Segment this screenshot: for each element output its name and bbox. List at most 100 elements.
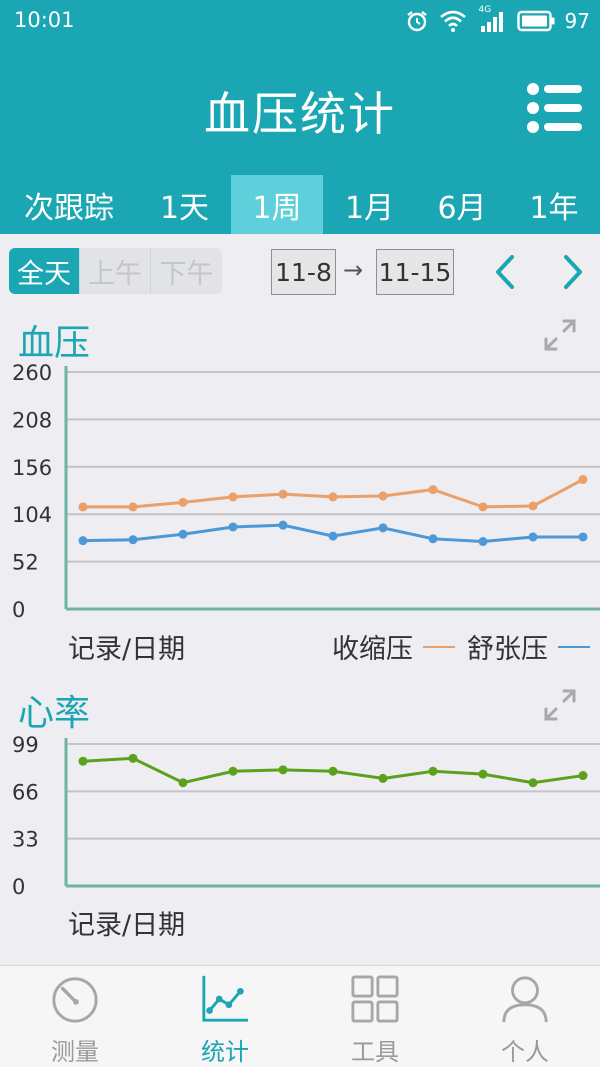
tab-1-year[interactable]: 1年 xyxy=(508,175,600,234)
tab-label: 1周 xyxy=(252,190,302,226)
gauge-icon xyxy=(52,977,98,1023)
bp-series-1-point xyxy=(228,522,238,532)
legend-swatch-systolic xyxy=(423,645,455,648)
tab-label: 1天 xyxy=(159,190,210,226)
tab-label: 6月 xyxy=(437,190,487,226)
tab-1-month[interactable]: 1月 xyxy=(323,175,416,234)
nav-item-measure[interactable]: 测量 xyxy=(0,966,150,1067)
bp-chart: 0 52 104 156 208 260 xyxy=(12,361,600,622)
legend-swatch-diastolic xyxy=(558,645,590,648)
alarm-icon xyxy=(406,11,427,32)
bp-series-1-point xyxy=(528,532,538,542)
bp-y-tick-label: 104 xyxy=(12,503,52,527)
hr-series-0-point xyxy=(228,766,238,776)
filter-controls: 全天 上午 下午 11-8 → 11-15 xyxy=(0,234,600,310)
wifi-icon xyxy=(439,10,466,32)
menu-list-icon[interactable] xyxy=(526,82,584,134)
bp-chart-title: 血压 xyxy=(18,323,91,364)
hr-series-0-point xyxy=(578,771,588,781)
bp-series-0-point xyxy=(328,492,338,502)
end-date-button[interactable]: 11-15 xyxy=(376,249,454,295)
bp-x-axis-label: 记录/日期 xyxy=(68,634,186,665)
bp-y-tick-label: 208 xyxy=(12,408,52,432)
bp-expand-icon[interactable] xyxy=(542,317,578,353)
segment-morning[interactable]: 上午 xyxy=(80,248,151,294)
hr-y-tick-label: 99 xyxy=(12,733,39,757)
legend-label-systolic: 收缩压 xyxy=(332,634,413,665)
bp-series-0-point xyxy=(478,502,488,512)
legend-label-diastolic: 舒张压 xyxy=(467,634,548,665)
battery-level: 97 xyxy=(564,9,590,33)
bp-series-1-point xyxy=(178,529,188,539)
next-period-button[interactable] xyxy=(552,252,592,292)
chart-icon xyxy=(202,975,249,1022)
bp-series-1-point xyxy=(328,531,338,541)
tab-label: 1年 xyxy=(529,190,579,226)
hr-series-0-point xyxy=(328,766,338,776)
page-title: 血压统计 xyxy=(204,87,396,141)
nav-label: 工具 xyxy=(351,1038,399,1066)
hr-chart: 0 33 66 99 xyxy=(12,733,600,899)
bp-y-tick-label: 0 xyxy=(12,598,25,622)
person-icon xyxy=(502,976,548,1023)
bp-series-1-point xyxy=(578,532,588,542)
legend-item-systolic: 收缩压 xyxy=(332,627,455,666)
tab-1-week[interactable]: 1周 xyxy=(231,175,323,234)
hr-series-0-point xyxy=(428,766,438,776)
tab-tracking[interactable]: 次跟踪 xyxy=(0,175,138,234)
nav-label: 个人 xyxy=(501,1038,549,1066)
hr-series-0-point xyxy=(528,778,538,788)
grid-icon xyxy=(351,975,399,1023)
time-of-day-segment: 全天 上午 下午 xyxy=(9,248,222,294)
nav-item-tools[interactable]: 工具 xyxy=(300,966,450,1067)
tab-label: 1月 xyxy=(344,190,395,226)
tab-label: 次跟踪 xyxy=(24,190,114,226)
segment-afternoon[interactable]: 下午 xyxy=(151,248,222,294)
nav-label: 统计 xyxy=(201,1038,249,1066)
legend-item-diastolic: 舒张压 xyxy=(467,627,590,666)
nav-label: 测量 xyxy=(51,1038,99,1066)
nav-item-personal[interactable]: 个人 xyxy=(450,966,600,1067)
bp-series-0-point xyxy=(428,485,438,495)
hr-series-0-point xyxy=(278,765,288,775)
bp-series-0-point xyxy=(228,492,238,502)
hr-series-0-point xyxy=(478,769,488,779)
bp-y-tick-label: 52 xyxy=(12,551,39,575)
bp-series-0-point xyxy=(578,475,588,485)
hr-y-tick-label: 33 xyxy=(12,828,39,852)
hr-y-tick-label: 0 xyxy=(12,875,25,899)
bp-series-0-point xyxy=(128,502,138,512)
hr-expand-icon[interactable] xyxy=(542,687,578,723)
tab-6-months[interactable]: 6月 xyxy=(416,175,508,234)
status-icons: 4G 97 xyxy=(405,5,590,34)
hr-x-axis-label: 记录/日期 xyxy=(68,910,186,941)
segment-all-day[interactable]: 全天 xyxy=(9,248,80,294)
bp-series-0-point xyxy=(528,501,538,511)
bp-series-1-point xyxy=(278,520,288,530)
start-date-button[interactable]: 11-8 xyxy=(271,249,336,295)
bp-series-0-point xyxy=(378,491,388,501)
hr-series-0-point xyxy=(128,753,138,763)
tab-1-day[interactable]: 1天 xyxy=(138,175,231,234)
hr-chart-title: 心率 xyxy=(18,693,91,734)
hr-series-0-point xyxy=(378,773,388,783)
app-header: 10:01 4G 97 血压统计 次跟踪 1天 1周 1月 6月 1年 xyxy=(0,0,600,234)
period-tabs: 次跟踪 1天 1周 1月 6月 1年 xyxy=(0,175,600,234)
battery-icon xyxy=(516,10,555,32)
hr-series-0-point xyxy=(78,756,88,766)
nav-item-statistics[interactable]: 统计 xyxy=(150,966,300,1067)
date-range-arrow: → xyxy=(343,256,364,284)
signal-icon: 4G xyxy=(477,5,507,33)
status-bar: 10:01 4G 97 xyxy=(0,0,600,42)
bp-series-1-point xyxy=(78,536,88,546)
prev-period-button[interactable] xyxy=(486,252,526,292)
bp-y-tick-label: 156 xyxy=(12,456,52,480)
bp-series-1-point xyxy=(428,534,438,544)
hr-y-tick-label: 66 xyxy=(12,780,39,804)
bp-y-tick-label: 260 xyxy=(12,361,52,385)
bp-series-0-point xyxy=(178,497,188,507)
bp-legend: 收缩压 舒张压 xyxy=(320,627,590,666)
hr-series-0-point xyxy=(178,778,188,788)
bp-series-0-point xyxy=(78,502,88,512)
bp-series-0-point xyxy=(278,489,288,499)
